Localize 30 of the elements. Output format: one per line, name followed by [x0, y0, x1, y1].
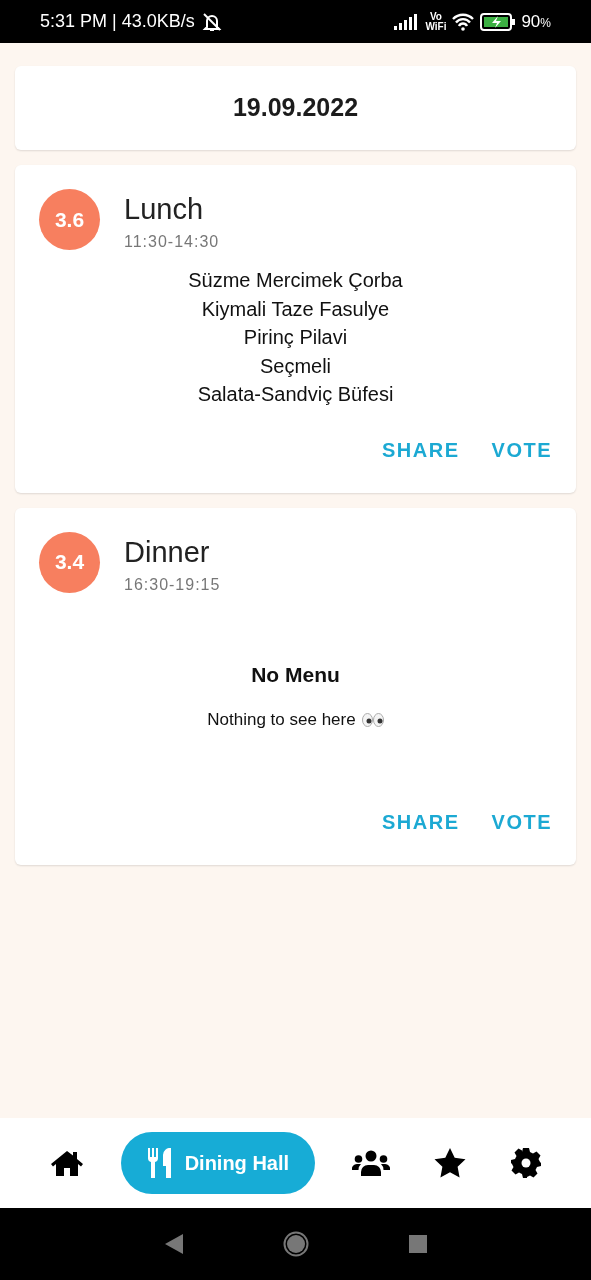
meal-hours: 11:30-14:30: [124, 232, 220, 252]
home-icon: [50, 1149, 84, 1177]
action-button[interactable]: SHARE: [370, 428, 472, 471]
meal-hours: 16:30-19:15: [124, 574, 221, 595]
empty-title: No Menu: [251, 661, 340, 688]
fork-knife-icon: [146, 1148, 173, 1178]
recents-icon[interactable]: [408, 1235, 427, 1253]
battery-percent: 90%: [521, 11, 551, 31]
empty-message: Nothing to see here: [207, 709, 356, 731]
eyes-icon: [361, 712, 384, 727]
nav-tab[interactable]: Dining Hall: [120, 1132, 316, 1194]
action-button[interactable]: VOTE: [479, 428, 564, 471]
back-icon[interactable]: [164, 1234, 183, 1254]
volte-label: Vo: [428, 11, 443, 22]
settings-icon: [510, 1148, 541, 1178]
people-icon: [351, 1150, 390, 1176]
rating-badge: 3.4: [39, 531, 100, 593]
status-time: 5:31 PM | 43.0KB/s: [40, 10, 195, 33]
battery-charging-icon: [480, 12, 517, 31]
star-icon: [434, 1148, 467, 1178]
action-button[interactable]: SHARE: [370, 800, 472, 843]
volte-label: WiFi: [425, 21, 447, 32]
meal-title: Dinner: [124, 534, 211, 570]
home-circle-icon[interactable]: [282, 1231, 309, 1257]
date-title: 19.09.2022: [232, 92, 359, 124]
action-button[interactable]: VOTE: [479, 800, 564, 843]
mute-bell-icon: [200, 11, 223, 32]
meal-title: Lunch: [124, 192, 204, 227]
rating-badge: 3.6: [39, 189, 100, 250]
wifi-icon: [451, 12, 476, 31]
